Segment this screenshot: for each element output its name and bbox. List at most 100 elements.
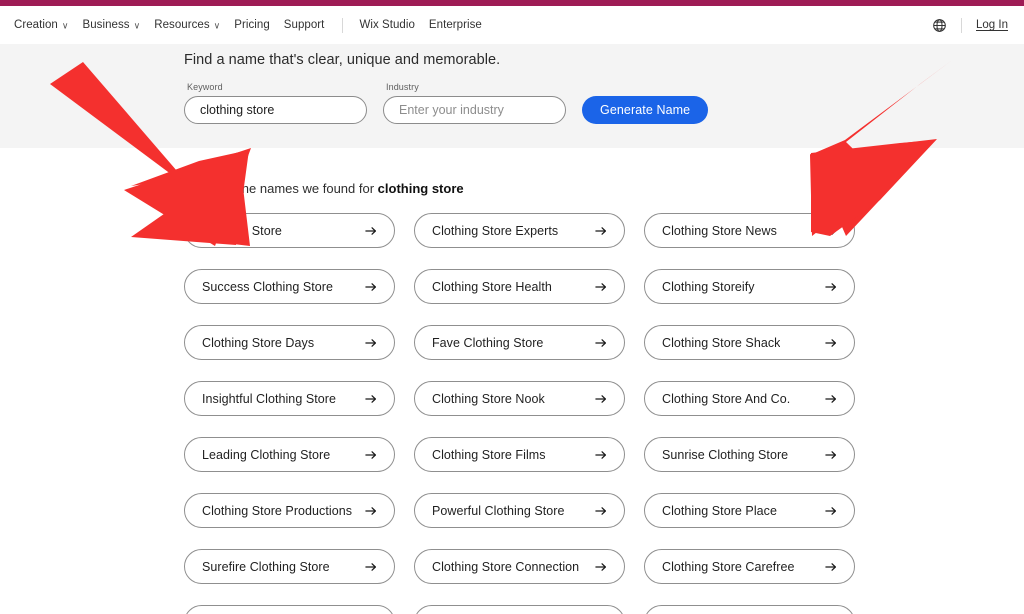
name-result-label: Clothing Store Health	[432, 279, 552, 294]
chevron-down-icon: ∨	[213, 20, 221, 30]
nav-item-label: Support	[283, 19, 325, 31]
results-section: Here are the names we found for clothing…	[0, 148, 1024, 614]
name-result-label: Clothing Store Place	[662, 503, 777, 518]
nav-item-label: Pricing	[234, 19, 270, 31]
name-result-card[interactable]	[184, 605, 395, 614]
nav-item-support[interactable]: Support	[284, 19, 339, 31]
name-result-label: Clothing Store Shack	[662, 335, 781, 350]
name-result-card[interactable]: Clothing Store Productions	[184, 493, 395, 528]
name-result-label: Insightful Clothing Store	[202, 391, 336, 406]
name-result-card[interactable]: Clothing Store	[184, 213, 395, 248]
arrow-right-icon	[364, 336, 378, 350]
results-heading-term: clothing store	[377, 181, 464, 196]
arrow-right-icon	[594, 336, 608, 350]
arrow-right-icon	[364, 560, 378, 574]
name-result-card[interactable]: Clothing Store Place	[644, 493, 855, 528]
name-result-card[interactable]: Clothing Store Films	[414, 437, 625, 472]
name-result-card[interactable]: Clothing Store Experts	[414, 213, 625, 248]
nav-item-resources[interactable]: Resources ∨	[154, 19, 234, 31]
keyword-input[interactable]	[184, 96, 367, 124]
nav-item-label: Enterprise	[428, 19, 482, 31]
name-result-card[interactable]: Clothing Store And Co.	[644, 381, 855, 416]
name-result-card[interactable]: Clothing Store Connection	[414, 549, 625, 584]
industry-input[interactable]	[383, 96, 566, 124]
arrow-right-icon	[824, 448, 838, 462]
nav-item-label: Resources	[154, 19, 210, 31]
name-result-card[interactable]: Clothing Storeify	[644, 269, 855, 304]
globe-icon[interactable]	[932, 18, 947, 33]
log-in-link[interactable]: Log In	[976, 19, 1008, 31]
nav-left-group: Creation ∨ Business ∨ Resources ∨ Pricing Suppo…	[14, 17, 496, 33]
arrow-right-icon	[594, 504, 608, 518]
nav-right-group: Log In	[932, 17, 1008, 33]
nav-item-business[interactable]: Business ∨	[83, 19, 155, 31]
name-result-label: Clothing Store News	[662, 223, 777, 238]
keyword-label: Keyword	[187, 82, 223, 92]
name-result-card[interactable]: Insightful Clothing Store	[184, 381, 395, 416]
arrow-right-icon	[824, 336, 838, 350]
nav-item-enterprise[interactable]: Enterprise	[429, 19, 496, 31]
name-result-card[interactable]: Clothing Store Days	[184, 325, 395, 360]
nav-item-label: Creation	[14, 19, 58, 31]
name-result-card[interactable]: Leading Clothing Store	[184, 437, 395, 472]
arrow-right-icon	[594, 224, 608, 238]
nav-item-label: Wix Studio	[359, 19, 415, 31]
arrow-right-icon	[364, 224, 378, 238]
arrow-right-icon	[594, 560, 608, 574]
arrow-right-icon	[594, 448, 608, 462]
name-result-card[interactable]: Clothing Store News	[644, 213, 855, 248]
name-results-grid: Clothing Store Clothing Store Experts Clot…	[184, 213, 856, 614]
name-result-label: Fave Clothing Store	[432, 335, 544, 350]
name-result-label: Leading Clothing Store	[202, 447, 331, 462]
arrow-right-icon	[364, 280, 378, 294]
name-result-label: Surefire Clothing Store	[202, 559, 330, 574]
name-result-card[interactable]	[644, 605, 855, 614]
name-result-label: Clothing Store	[202, 223, 282, 238]
chevron-down-icon: ∨	[133, 20, 141, 30]
page-root: Creation ∨ Business ∨ Resources ∨ Pricing Suppo…	[0, 0, 1024, 614]
search-panel: Find a name that's clear, unique and mem…	[0, 44, 1024, 148]
name-result-card[interactable]: Powerful Clothing Store	[414, 493, 625, 528]
arrow-right-icon	[594, 392, 608, 406]
nav-item-creation[interactable]: Creation ∨	[14, 19, 83, 31]
nav-item-wix-studio[interactable]: Wix Studio	[359, 19, 428, 31]
nav-item-label: Business	[82, 19, 130, 31]
name-result-card[interactable]: Clothing Store Health	[414, 269, 625, 304]
name-result-label: Powerful Clothing Store	[432, 503, 565, 518]
name-result-label: Clothing Store Nook	[432, 391, 545, 406]
name-result-card[interactable]: Sunrise Clothing Store	[644, 437, 855, 472]
name-result-label: Clothing Store Productions	[202, 503, 352, 518]
tagline: Find a name that's clear, unique and mem…	[184, 52, 501, 68]
chevron-down-icon: ∨	[61, 20, 69, 30]
nav-divider	[961, 17, 963, 33]
name-result-card[interactable]: Fave Clothing Store	[414, 325, 625, 360]
arrow-right-icon	[364, 392, 378, 406]
name-result-label: Clothing Store Days	[202, 335, 315, 350]
arrow-right-icon	[364, 504, 378, 518]
name-result-card[interactable]: Clothing Store Carefree	[644, 549, 855, 584]
generate-name-button[interactable]: Generate Name	[582, 96, 709, 124]
industry-field-group: Industry	[383, 82, 566, 124]
top-navigation-bar: Creation ∨ Business ∨ Resources ∨ Pricing Suppo…	[0, 6, 1024, 44]
name-result-label: Clothing Store And Co.	[662, 391, 791, 406]
name-result-card[interactable]: Success Clothing Store	[184, 269, 395, 304]
name-result-card[interactable]: Surefire Clothing Store	[184, 549, 395, 584]
name-result-label: Clothing Store Films	[432, 447, 546, 462]
nav-item-pricing[interactable]: Pricing	[234, 19, 284, 31]
arrow-right-icon	[824, 392, 838, 406]
name-result-label: Sunrise Clothing Store	[662, 447, 789, 462]
name-result-label: Clothing Store Connection	[432, 559, 580, 574]
keyword-field-group: Keyword	[184, 82, 367, 124]
name-result-label: Success Clothing Store	[202, 279, 334, 294]
arrow-right-icon	[824, 560, 838, 574]
name-generator-form: Keyword Industry Generate Name	[184, 82, 709, 124]
arrow-right-icon	[824, 280, 838, 294]
name-result-card[interactable]	[414, 605, 625, 614]
name-result-label: Clothing Store Carefree	[662, 559, 795, 574]
nav-divider	[342, 17, 344, 33]
results-heading-prefix: Here are the names we found for	[184, 181, 378, 196]
name-result-card[interactable]: Clothing Store Shack	[644, 325, 855, 360]
name-result-card[interactable]: Clothing Store Nook	[414, 381, 625, 416]
results-heading: Here are the names we found for clothing…	[184, 181, 464, 196]
arrow-right-icon	[824, 224, 838, 238]
